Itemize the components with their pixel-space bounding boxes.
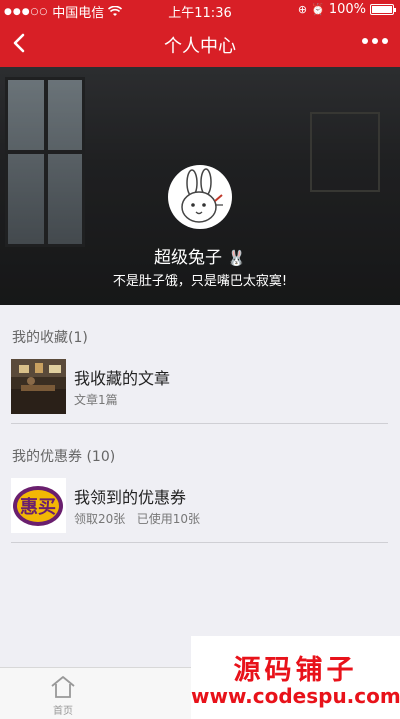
watermark: 源码铺子 www.codespu.com	[191, 636, 400, 719]
rotation-lock-icon: ⊕	[297, 3, 308, 16]
favorites-item-name: 我收藏的文章	[74, 369, 171, 388]
battery-percent: 100%	[328, 2, 366, 17]
svg-text:惠买: 惠买	[20, 497, 56, 518]
avatar[interactable]	[168, 165, 232, 229]
nickname: 超级兔子 🐰	[0, 243, 400, 268]
divider	[11, 542, 388, 543]
signature: 不是肚子饿，只是嘴巴太寂寞!	[112, 274, 288, 289]
watermark-title: 源码铺子	[233, 655, 358, 686]
status-right: ⊕ ⏰ 100%	[297, 2, 396, 17]
coupons-item-name: 我领到的优惠券	[74, 488, 187, 507]
coupons-header: 我的优惠券 (10)	[12, 449, 116, 465]
favorites-item-detail: 文章1篇	[74, 393, 118, 407]
alarm-icon: ⏰	[311, 3, 325, 16]
nickname-text: 超级兔子	[153, 248, 222, 268]
page-title: 个人中心	[164, 36, 236, 57]
profile-banner: 超级兔子 🐰 不是肚子饿，只是嘴巴太寂寞!	[0, 67, 400, 305]
divider	[11, 423, 388, 424]
coupons-list-item[interactable]: 惠买 我领到的优惠券 领取20张 已使用10张	[0, 474, 400, 536]
rabbit-emoji-icon: 🐰	[227, 249, 247, 267]
article-thumbnail	[11, 359, 66, 414]
battery-fill	[372, 6, 392, 13]
more-dots-icon[interactable]	[362, 38, 388, 44]
tab-home-label: 首页	[53, 706, 73, 717]
coupons-item-detail: 领取20张 已使用10张	[74, 512, 200, 526]
nav-bar: 个人中心	[0, 20, 400, 67]
battery-icon	[370, 4, 396, 15]
tab-home[interactable]: 首页	[33, 672, 93, 717]
coupon-logo-icon: 惠买	[11, 478, 66, 533]
watermark-url: www.codespu.com	[191, 684, 400, 708]
favorites-list-item[interactable]: 我收藏的文章 文章1篇	[0, 355, 400, 417]
home-icon	[51, 676, 75, 698]
status-bar: ●●●○○ 中国电信 上午11:36 ⊕ ⏰ 100%	[0, 0, 400, 21]
favorites-header: 我的收藏(1)	[12, 330, 88, 346]
rabbit-icon	[181, 168, 223, 223]
